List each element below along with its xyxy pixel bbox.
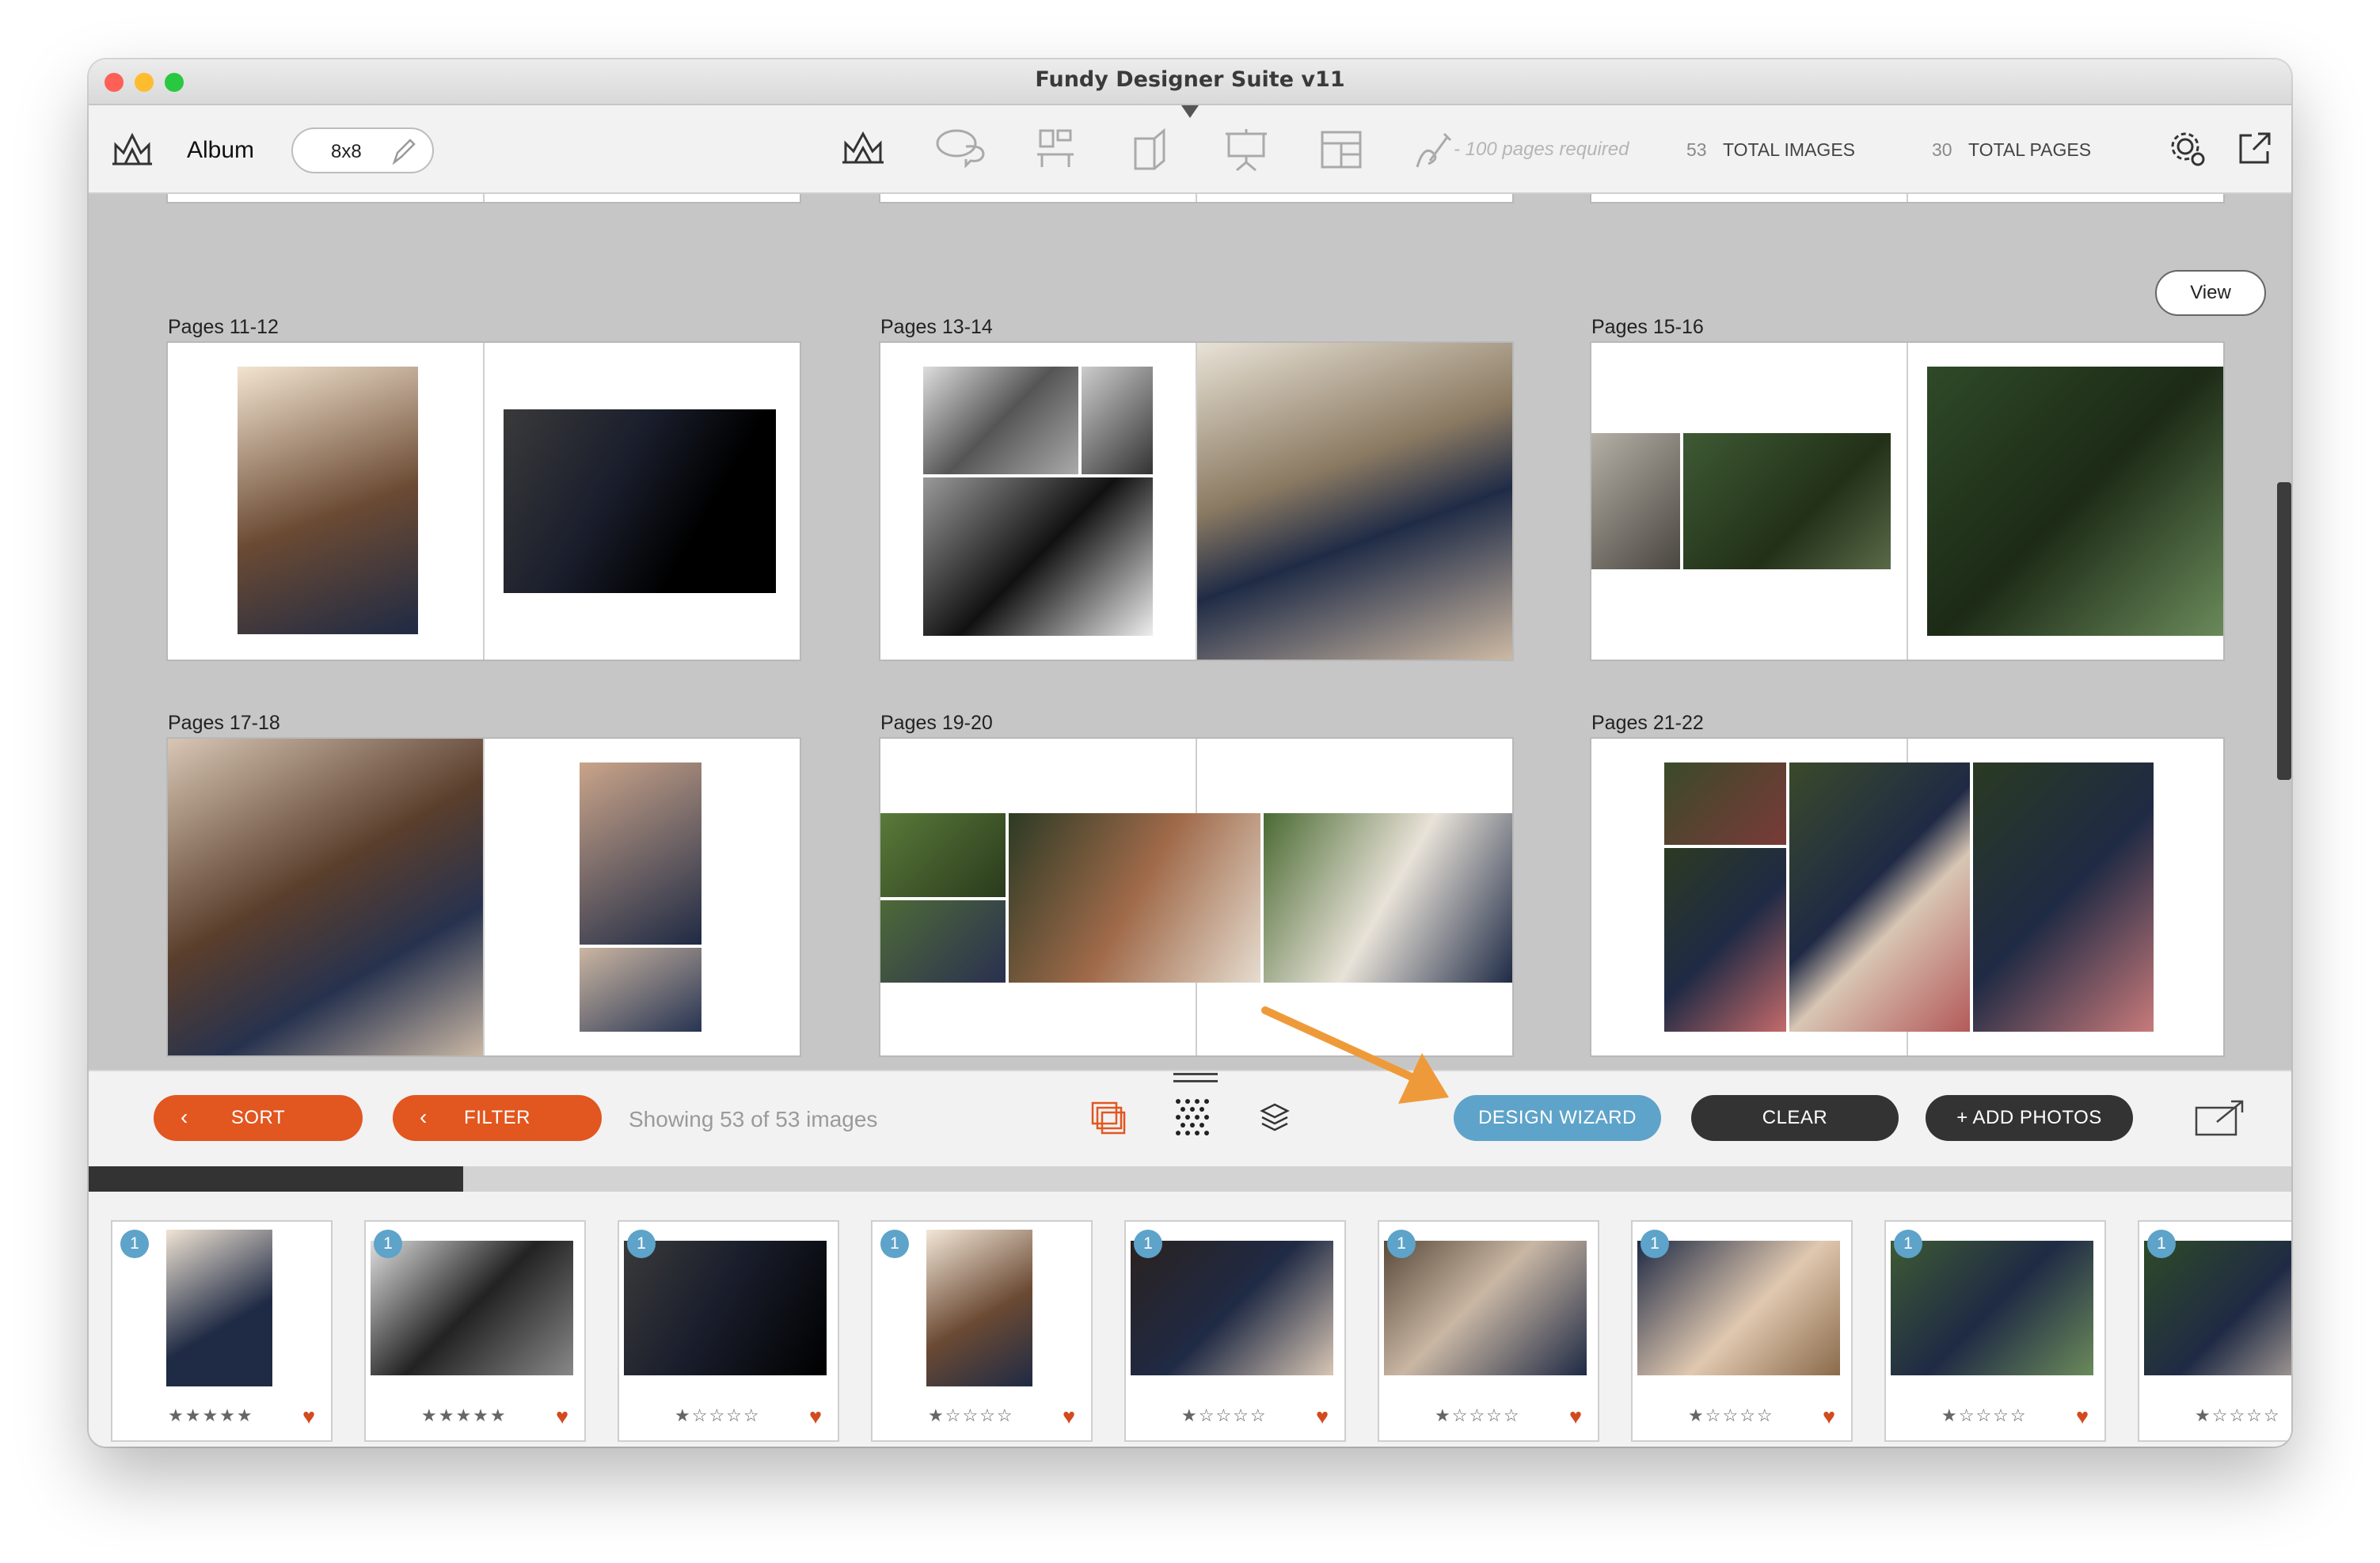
annotation-arrow-icon [1261,1006,1449,1104]
